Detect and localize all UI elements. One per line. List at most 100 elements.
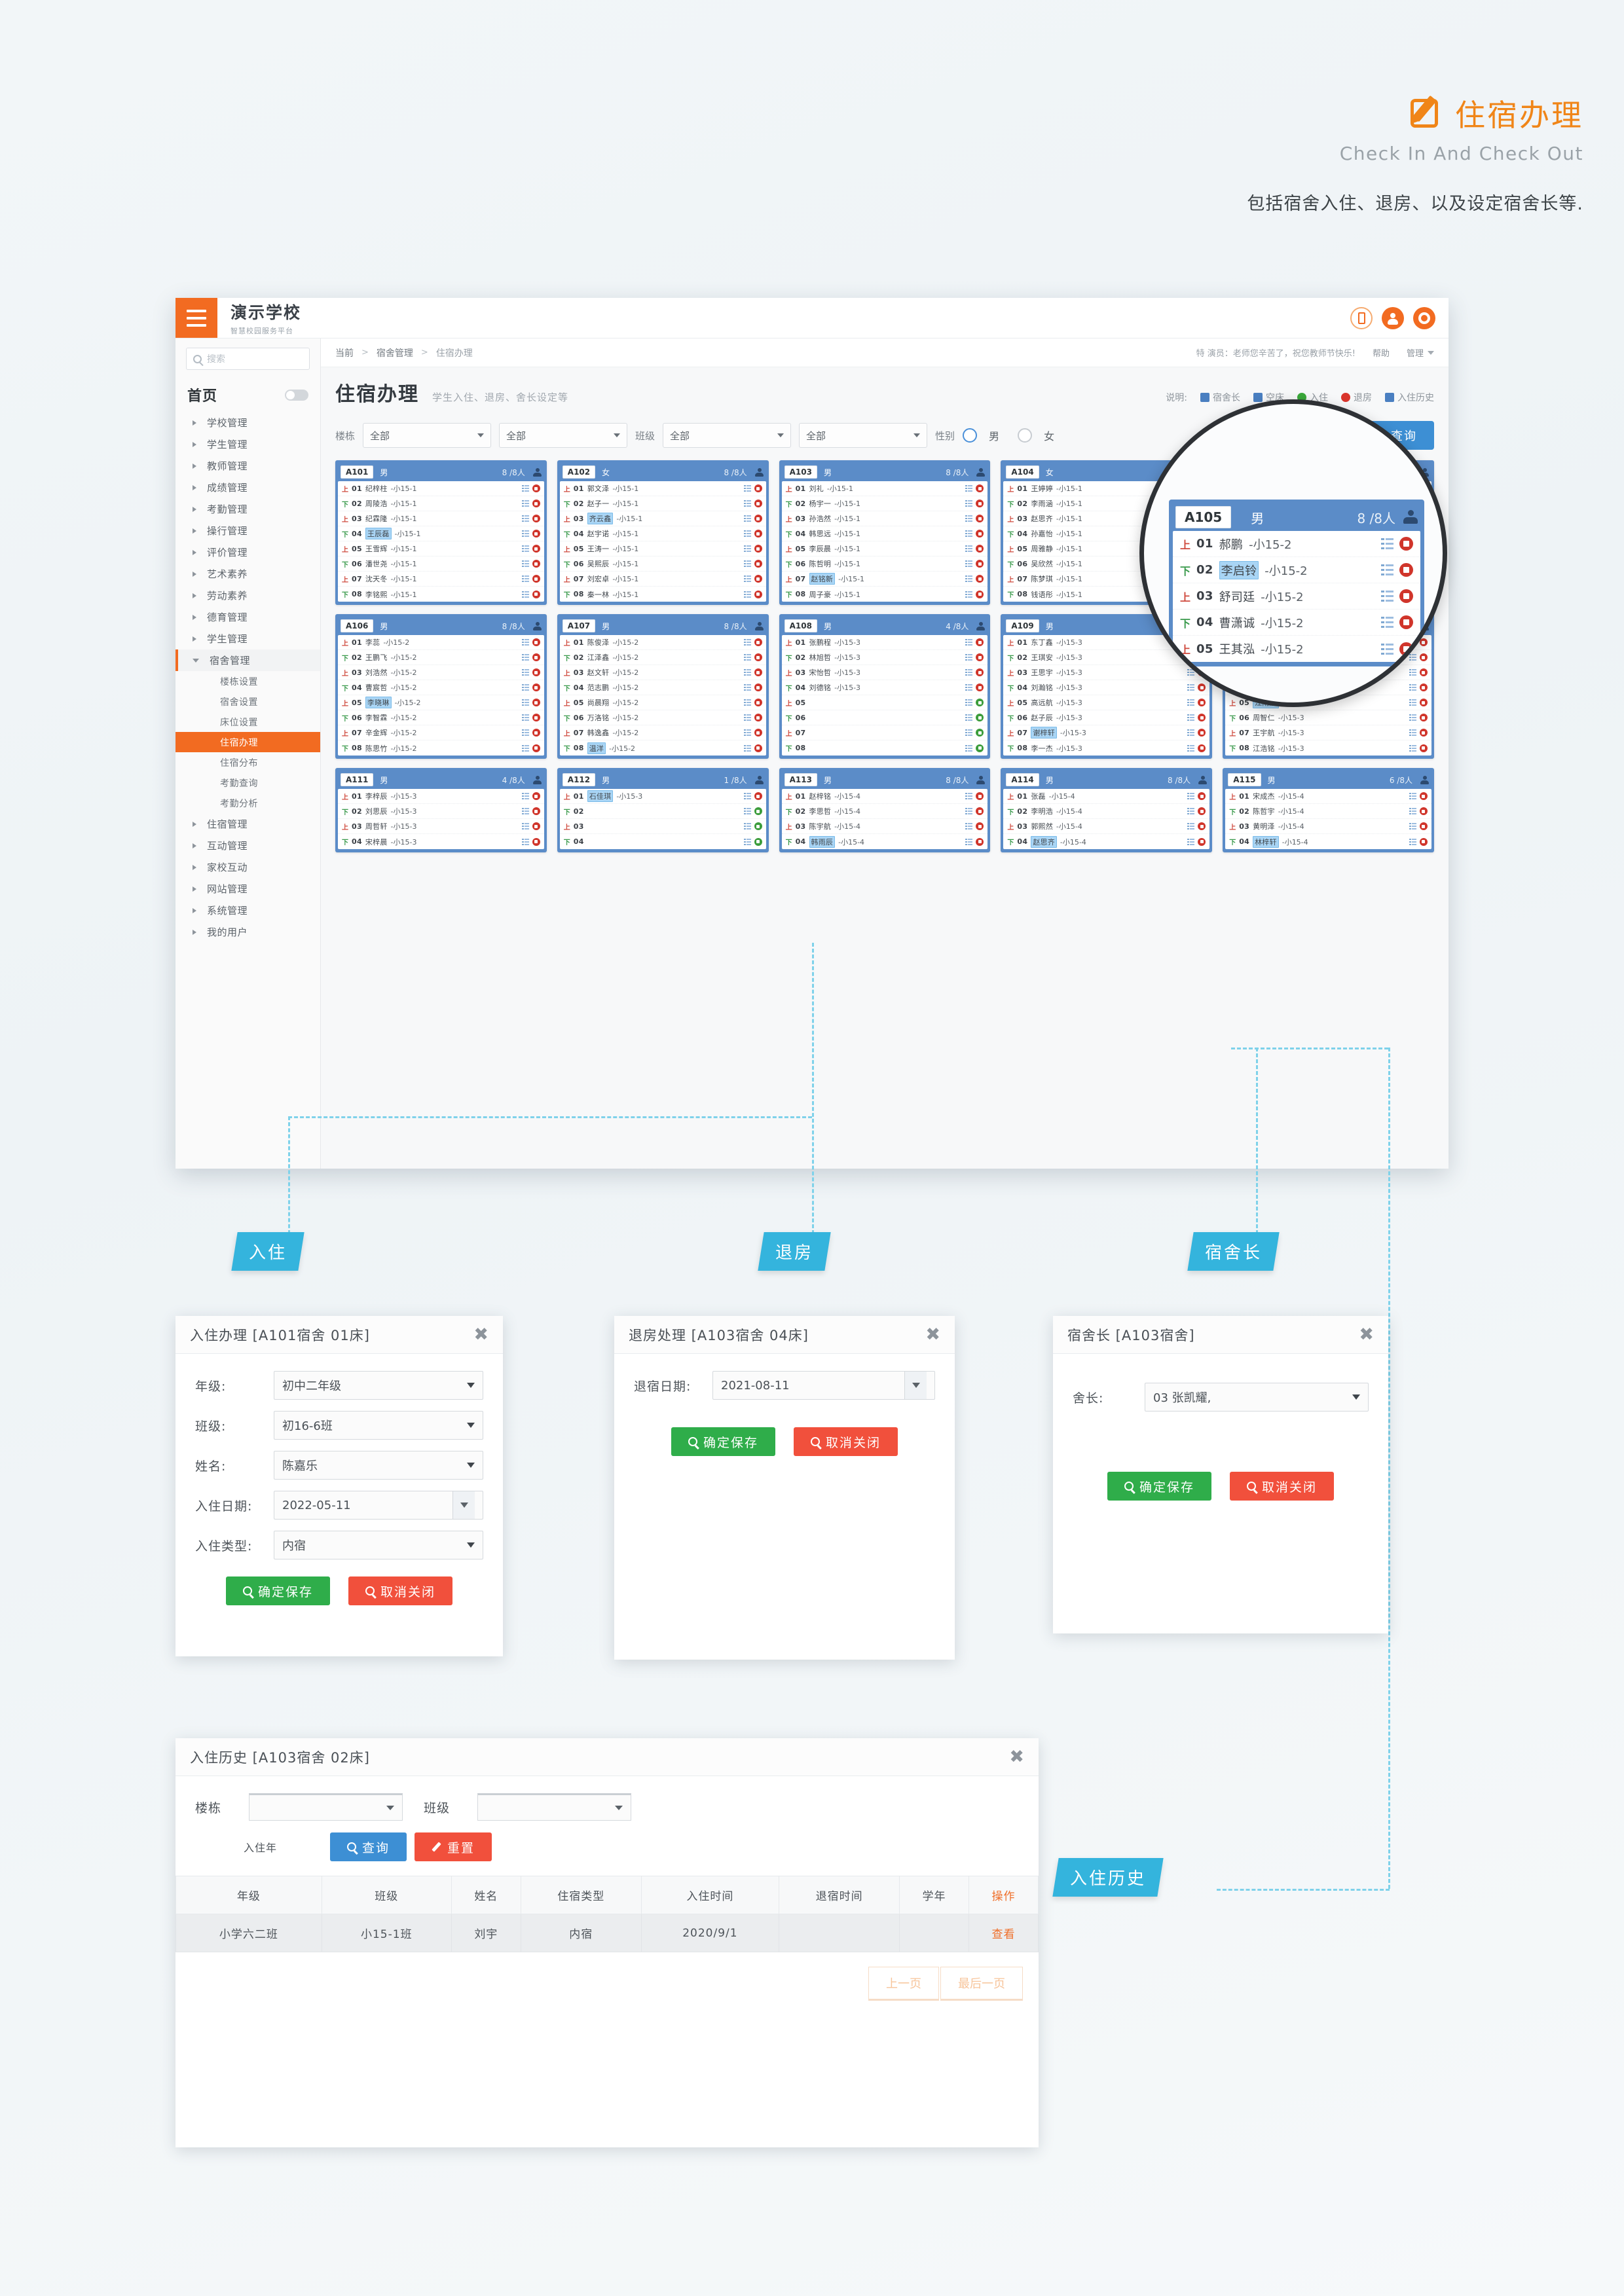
table-row[interactable]: 下 04 曹宸哲 -小15-2 bbox=[338, 680, 544, 695]
checkout-icon[interactable] bbox=[976, 500, 984, 507]
user-icon[interactable] bbox=[1382, 306, 1404, 329]
checkout-icon[interactable] bbox=[532, 792, 540, 800]
table-row[interactable]: 下 04 bbox=[560, 834, 766, 849]
table-row[interactable]: 上 01 张鹏程 -小15-3 bbox=[781, 635, 988, 650]
bed-student-name[interactable]: 孙嘉怡 bbox=[1031, 528, 1053, 539]
table-row[interactable]: 上 05 高远航 -小15-3 bbox=[1003, 695, 1210, 710]
bed-student-name[interactable]: 高远航 bbox=[1031, 697, 1053, 708]
sidebar-group-dorm[interactable]: 宿舍管理 bbox=[175, 649, 320, 671]
table-row[interactable]: 下 04 韩雨辰 -小15-4 bbox=[782, 834, 988, 849]
history-icon[interactable] bbox=[521, 530, 529, 537]
checkout-confirm-button[interactable]: 确定保存 bbox=[671, 1427, 775, 1456]
sidebar-item-5[interactable]: 操行管理 bbox=[175, 520, 320, 541]
table-row[interactable]: 下 08 李一杰 -小15-3 bbox=[1003, 740, 1209, 756]
sidebar-subitem-2[interactable]: 床位设置 bbox=[175, 712, 320, 732]
bed-student-name[interactable]: 李蕊 bbox=[365, 637, 380, 647]
bed-student-name[interactable]: 郝鹏 bbox=[1219, 536, 1243, 553]
checkout-icon[interactable] bbox=[1419, 729, 1428, 737]
dorm-head-icon[interactable] bbox=[1198, 775, 1208, 784]
bed-student-name[interactable]: 范志鹏 bbox=[587, 682, 610, 693]
table-row[interactable]: 上 01 赵梓铭 -小15-4 bbox=[781, 789, 988, 804]
history-icon[interactable] bbox=[743, 744, 751, 752]
dormhead-confirm-button[interactable]: 确定保存 bbox=[1107, 1472, 1211, 1501]
history-icon[interactable] bbox=[521, 639, 529, 646]
history-icon[interactable] bbox=[743, 500, 751, 507]
history-icon[interactable] bbox=[965, 515, 973, 522]
history-icon[interactable] bbox=[1187, 714, 1195, 721]
checkout-icon[interactable] bbox=[976, 837, 984, 846]
table-row[interactable]: 上 05 王涛一 -小15-1 bbox=[559, 541, 766, 556]
checkout-icon[interactable] bbox=[976, 575, 984, 583]
dorm-head-icon[interactable] bbox=[532, 467, 542, 477]
bed-student-name[interactable]: 纪霖隆 bbox=[365, 513, 388, 524]
close-icon[interactable]: ✖ bbox=[473, 1326, 489, 1343]
history-icon[interactable] bbox=[965, 654, 973, 661]
bed-student-name[interactable]: 韩思远 bbox=[809, 528, 832, 539]
checkout-icon[interactable] bbox=[1399, 642, 1413, 656]
history-icon[interactable] bbox=[965, 744, 973, 752]
history-next-page-button[interactable]: 最后一页 bbox=[940, 1967, 1023, 2001]
checkout-icon[interactable] bbox=[976, 638, 984, 646]
sidebar-item-after-4[interactable]: 系统管理 bbox=[175, 900, 320, 921]
history-icon[interactable] bbox=[743, 530, 751, 537]
checkout-icon[interactable] bbox=[532, 822, 540, 830]
checkout-icon[interactable] bbox=[1198, 744, 1206, 752]
bed-student-name[interactable]: 刘浩然 bbox=[365, 667, 388, 678]
table-row[interactable]: 上 07 赵铭新 -小15-1 bbox=[781, 572, 988, 587]
bed-student-name[interactable]: 吴欣然 bbox=[1031, 558, 1053, 569]
bed-student-name[interactable]: 李辰晨 bbox=[809, 543, 832, 554]
checkin-icon[interactable] bbox=[754, 807, 762, 815]
class-select[interactable]: 初16-6班 bbox=[274, 1411, 483, 1440]
history-icon[interactable] bbox=[1409, 684, 1416, 691]
checkout-icon[interactable] bbox=[532, 653, 540, 661]
table-row[interactable]: 上 05 李辰晨 -小15-1 bbox=[781, 541, 988, 556]
table-row[interactable]: 上 01 李蕊 -小15-2 bbox=[338, 635, 544, 650]
checkout-icon[interactable] bbox=[754, 653, 762, 661]
history-icon[interactable] bbox=[1187, 823, 1195, 829]
room-number[interactable]: A107 bbox=[562, 619, 596, 632]
checkin-icon[interactable] bbox=[976, 729, 984, 737]
bed-student-name[interactable]: 陈哲宇 bbox=[1253, 806, 1275, 816]
bed-student-name[interactable]: 赵宇诺 bbox=[587, 528, 610, 539]
checkout-icon[interactable] bbox=[754, 683, 762, 691]
room-number[interactable]: A102 bbox=[562, 465, 596, 479]
room-number[interactable]: A108 bbox=[784, 619, 817, 632]
history-icon[interactable] bbox=[965, 560, 973, 567]
bed-student-name[interactable]: 孙浩然 bbox=[809, 513, 832, 524]
bed-student-name[interactable]: 钱语彤 bbox=[1031, 589, 1053, 600]
history-icon[interactable] bbox=[965, 823, 973, 829]
history-icon[interactable] bbox=[521, 515, 529, 522]
checkout-icon[interactable] bbox=[976, 683, 984, 691]
checkout-icon[interactable] bbox=[754, 575, 762, 583]
history-icon[interactable] bbox=[521, 714, 529, 721]
bed-student-name[interactable]: 秦一林 bbox=[587, 589, 610, 600]
history-icon[interactable] bbox=[521, 729, 529, 736]
bed-student-name[interactable]: 宋成杰 bbox=[1253, 791, 1275, 801]
dorm-head-icon[interactable] bbox=[1403, 510, 1418, 524]
bed-student-name[interactable]: 王思宇 bbox=[1031, 667, 1053, 678]
gender-female-radio[interactable] bbox=[1018, 428, 1033, 443]
history-icon[interactable] bbox=[743, 714, 751, 721]
close-icon[interactable]: ✖ bbox=[1359, 1326, 1374, 1343]
checkout-icon[interactable] bbox=[976, 653, 984, 661]
history-icon[interactable] bbox=[1187, 729, 1195, 736]
checkout-icon[interactable] bbox=[976, 590, 984, 598]
bed-student-name[interactable]: 李梓辰 bbox=[365, 791, 388, 801]
room-number[interactable]: A103 bbox=[784, 465, 817, 479]
sidebar-item-9[interactable]: 德育管理 bbox=[175, 606, 320, 628]
checkout-icon[interactable] bbox=[976, 484, 984, 492]
table-row[interactable]: 下 04 赵宇诺 -小15-1 bbox=[559, 526, 766, 541]
history-icon[interactable] bbox=[743, 485, 751, 492]
history-icon[interactable] bbox=[1381, 591, 1393, 602]
bed-student-name[interactable]: 吴熙辰 bbox=[587, 558, 610, 569]
history-icon[interactable] bbox=[1409, 823, 1416, 829]
bed-student-name[interactable]: 陈哲明 bbox=[809, 558, 832, 569]
checkout-icon[interactable] bbox=[532, 500, 540, 507]
history-icon[interactable] bbox=[521, 793, 529, 799]
table-row[interactable]: 下 02 刘思辰 -小15-3 bbox=[338, 804, 544, 819]
bed-student-name[interactable]: 李启铃 bbox=[1219, 560, 1259, 579]
bed-student-name[interactable]: 宋怡哲 bbox=[809, 667, 832, 678]
bed-student-name[interactable]: 韩逸鑫 bbox=[587, 727, 610, 738]
checkout-icon[interactable] bbox=[1198, 729, 1206, 737]
sidebar-item-1[interactable]: 学生管理 bbox=[175, 433, 320, 455]
